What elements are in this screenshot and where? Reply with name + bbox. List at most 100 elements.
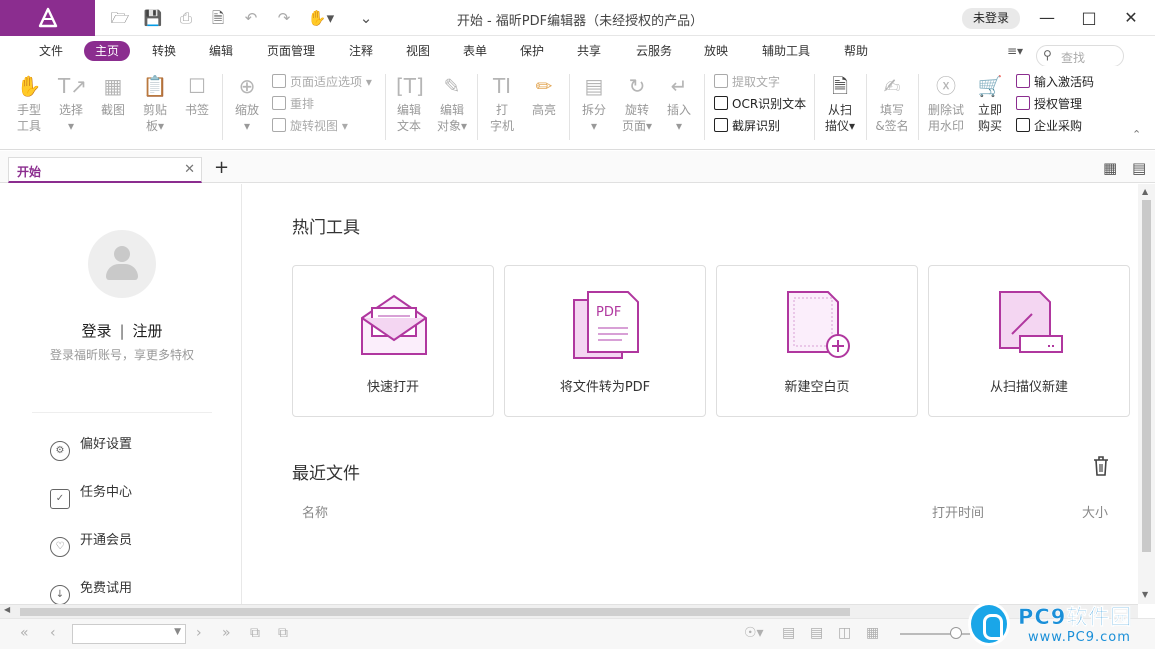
view-mode-icon[interactable]: ☉▾ <box>744 625 764 641</box>
redo-icon[interactable]: ↷ <box>274 8 294 28</box>
ocr-button[interactable]: OCR识别文本 <box>714 94 806 114</box>
app-logo[interactable] <box>0 0 95 36</box>
menu-help[interactable]: 帮助 <box>835 41 877 61</box>
scroll-down-icon[interactable]: ▼ <box>1142 590 1148 599</box>
panel-toggle-icon[interactable]: ▤ <box>1132 159 1146 177</box>
menu-form[interactable]: 表单 <box>454 41 496 61</box>
customize-chevron-icon[interactable]: ⌄ <box>356 8 376 28</box>
previous-view-icon[interactable]: ⧉ <box>250 625 260 641</box>
menu-share[interactable]: 共享 <box>568 41 610 61</box>
remove-trial-watermark-button[interactable]: ⓧ 删除试 用水印 <box>924 74 968 134</box>
menu-protect[interactable]: 保护 <box>511 41 553 61</box>
hand-dropdown-icon[interactable]: ✋▾ <box>307 8 335 28</box>
quick-open-card[interactable]: 快速打开 <box>292 265 494 417</box>
maximize-icon[interactable]: □ <box>1077 6 1101 30</box>
rotate-view-button[interactable]: 旋转视图 ▾ <box>272 116 348 136</box>
bookmark-button[interactable]: ☐ 书签 <box>180 74 214 118</box>
scroll-up-icon[interactable]: ▲ <box>1142 187 1148 196</box>
column-header-name[interactable]: 名称 <box>302 502 328 521</box>
first-page-icon[interactable]: « <box>20 625 29 641</box>
menu-convert[interactable]: 转换 <box>143 41 185 61</box>
from-scanner-button[interactable]: 🗎 从扫 描仪▾ <box>820 74 860 134</box>
menu-page-management[interactable]: 页面管理 <box>260 41 322 61</box>
fit-page-options-button[interactable]: 页面适应选项 ▾ <box>272 72 372 92</box>
minimize-icon[interactable]: — <box>1035 6 1059 30</box>
clipboard-button[interactable]: 📋 剪贴 板▾ <box>138 74 172 134</box>
scroll-left-icon[interactable]: ◀ <box>4 605 10 614</box>
avatar-body-shape <box>106 264 138 280</box>
insert-button[interactable]: ↵ 插入 ▾ <box>662 74 696 134</box>
menu-edit[interactable]: 编辑 <box>200 41 242 61</box>
avatar[interactable] <box>88 230 156 298</box>
trash-icon[interactable] <box>1091 455 1111 477</box>
close-icon[interactable]: ✕ <box>1119 6 1143 30</box>
previous-page-icon[interactable]: ‹ <box>50 625 56 641</box>
preferences-item[interactable]: ⚙ 偏好设置 <box>50 434 132 461</box>
task-center-item[interactable]: ✓ 任务中心 <box>50 482 132 509</box>
menu-view[interactable]: 视图 <box>397 41 439 61</box>
menu-slideshow[interactable]: 放映 <box>695 41 737 61</box>
menu-cloud[interactable]: 云服务 <box>630 41 678 61</box>
vertical-scrollbar[interactable]: ▲ ▼ <box>1138 184 1155 604</box>
reflow-button[interactable]: 重排 <box>272 94 314 114</box>
last-page-icon[interactable]: » <box>222 625 231 641</box>
next-page-icon[interactable]: › <box>196 625 202 641</box>
ribbon-options-icon[interactable]: ≡▾ <box>1000 41 1030 61</box>
menu-file[interactable]: 文件 <box>30 41 72 61</box>
next-view-icon[interactable]: ⧉ <box>278 625 288 641</box>
continuous-page-icon[interactable]: ▤ <box>810 625 823 641</box>
open-folder-icon[interactable]: 🗁 <box>110 8 130 28</box>
edit-object-button[interactable]: ✎ 编辑 对象▾ <box>434 74 470 134</box>
free-trial-item[interactable]: ↓ 免费试用 <box>50 578 132 605</box>
add-tab-icon[interactable]: + <box>214 157 229 178</box>
scanner-new-card[interactable]: 从扫描仪新建 <box>928 265 1130 417</box>
rotate-view-icon <box>272 118 286 132</box>
single-page-icon[interactable]: ▤ <box>782 625 795 641</box>
page-dropdown-icon[interactable]: ▼ <box>174 627 181 637</box>
menu-comment[interactable]: 注释 <box>340 41 382 61</box>
vertical-scroll-thumb[interactable] <box>1142 200 1151 552</box>
zoom-in-icon: ⊕ <box>238 74 256 98</box>
continuous-facing-icon[interactable]: ▦ <box>866 625 879 641</box>
collapse-ribbon-icon[interactable]: ⌃ <box>1132 128 1141 141</box>
zoom-slider-knob[interactable] <box>950 627 962 639</box>
convert-to-pdf-card[interactable]: PDF 将文件转为PDF <box>504 265 706 417</box>
tab-start[interactable]: 开始 ✕ <box>8 157 202 183</box>
search-input[interactable]: ⚲ 查找 <box>1036 45 1124 67</box>
membership-item[interactable]: ♡ 开通会员 <box>50 530 132 557</box>
split-button[interactable]: ▤ 拆分 ▾ <box>577 74 611 134</box>
save-icon[interactable]: 💾 <box>143 8 163 28</box>
horizontal-scroll-thumb[interactable] <box>20 608 850 616</box>
print-icon[interactable]: ⎙ <box>176 8 196 28</box>
screen-ocr-button[interactable]: 截屏识别 <box>714 116 780 136</box>
login-status-button[interactable]: 未登录 <box>962 8 1020 29</box>
license-management-button[interactable]: 授权管理 <box>1016 94 1082 114</box>
snapshot-button[interactable]: ▦ 截图 <box>96 74 130 118</box>
facing-page-icon[interactable]: ◫ <box>838 625 851 641</box>
page-number-input[interactable]: ▼ <box>72 624 186 644</box>
grid-view-icon[interactable]: ▦ <box>1103 159 1117 177</box>
menu-home[interactable]: 主页 <box>84 41 130 61</box>
undo-icon[interactable]: ↶ <box>241 8 261 28</box>
highlight-button[interactable]: ✏ 高亮 <box>527 74 561 118</box>
login-link[interactable]: 登录 <box>81 322 111 340</box>
fill-sign-button[interactable]: ✍ 填写 &签名 <box>872 74 912 134</box>
rotate-page-button[interactable]: ↻ 旋转 页面▾ <box>619 74 655 134</box>
edit-text-button[interactable]: [T] 编辑 文本 <box>392 74 426 134</box>
extract-text-button[interactable]: 提取文字 <box>714 72 780 92</box>
register-link[interactable]: 注册 <box>133 322 163 340</box>
enter-activation-button[interactable]: 输入激活码 <box>1016 72 1094 92</box>
menu-accessibility[interactable]: 辅助工具 <box>756 41 816 61</box>
new-blank-page-card[interactable]: 新建空白页 <box>716 265 918 417</box>
fill-sign-icon: ✍ <box>883 74 901 98</box>
enterprise-purchase-button[interactable]: 企业采购 <box>1016 116 1082 136</box>
column-header-size[interactable]: 大小 <box>1082 502 1108 521</box>
select-tool-button[interactable]: T↗ 选择 ▾ <box>54 74 88 134</box>
close-tab-icon[interactable]: ✕ <box>184 162 195 177</box>
hand-tool-button[interactable]: ✋ 手型 工具 <box>12 74 46 134</box>
zoom-button[interactable]: ⊕ 缩放 ▾ <box>230 74 264 134</box>
new-file-icon[interactable]: 🗎 <box>208 8 228 28</box>
column-header-opened-time[interactable]: 打开时间 <box>932 502 984 521</box>
typewriter-button[interactable]: T⁡I 打字机 <box>485 74 519 134</box>
buy-now-button[interactable]: 🛒 立即 购买 <box>972 74 1008 134</box>
